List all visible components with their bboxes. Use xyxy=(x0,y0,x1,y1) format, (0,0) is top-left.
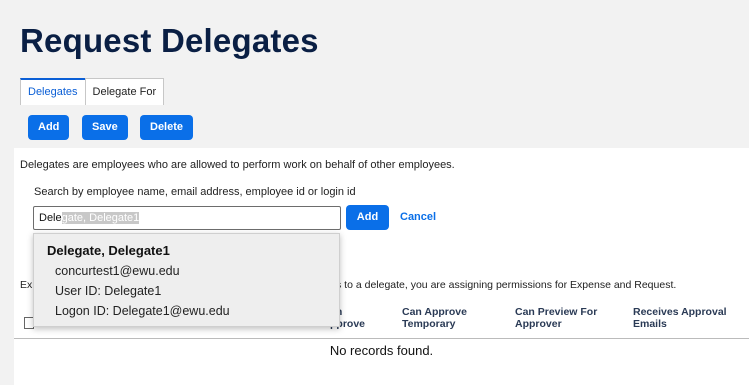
suggestion-email: concurtest1@ewu.edu xyxy=(55,264,180,278)
suggestion-name: Delegate, Delegate1 xyxy=(47,243,170,258)
empty-state: No records found. xyxy=(329,343,434,358)
suggestion-item[interactable]: Delegate, Delegate1 concurtest1@ewu.edu … xyxy=(34,234,339,326)
delegates-description: Delegates are employees who are allowed … xyxy=(20,159,455,171)
employee-search-input[interactable]: Delegate, Delegate1 xyxy=(33,206,341,230)
add-delegate-button[interactable]: Add xyxy=(346,205,389,230)
col-can-preview-for-approver: Can Preview For Approver xyxy=(515,306,598,330)
delegates-panel: Delegates Delegate For Add Save Delete D… xyxy=(14,74,749,385)
col-can-approve-temporary: Can Approve Temporary xyxy=(402,306,467,330)
suggestion-logon-id: Logon ID: Delegate1@ewu.edu xyxy=(55,304,230,318)
toolbar: Add Save Delete xyxy=(14,105,749,148)
permissions-info-start: Ex xyxy=(20,279,33,291)
search-autocomplete-text: gate, Delegate1 xyxy=(61,212,140,224)
search-typed-text: Dele xyxy=(39,212,62,224)
permissions-info: s to a delegate, you are assigning permi… xyxy=(336,279,677,291)
save-button[interactable]: Save xyxy=(82,115,128,140)
search-label: Search by employee name, email address, … xyxy=(34,186,356,198)
add-button[interactable]: Add xyxy=(28,115,70,140)
tab-delegate-for[interactable]: Delegate For xyxy=(84,78,165,106)
tab-delegates[interactable]: Delegates xyxy=(20,78,86,106)
tab-bar: Delegates Delegate For xyxy=(20,78,165,106)
page-title: Request Delegates xyxy=(20,22,319,59)
col-receives-approval-emails: Receives Approval Emails xyxy=(633,306,727,330)
suggestion-user-id: User ID: Delegate1 xyxy=(55,284,162,298)
autocomplete-dropdown[interactable]: Delegate, Delegate1 concurtest1@ewu.edu … xyxy=(33,233,340,327)
cancel-link[interactable]: Cancel xyxy=(400,211,436,223)
delete-button[interactable]: Delete xyxy=(140,115,194,140)
